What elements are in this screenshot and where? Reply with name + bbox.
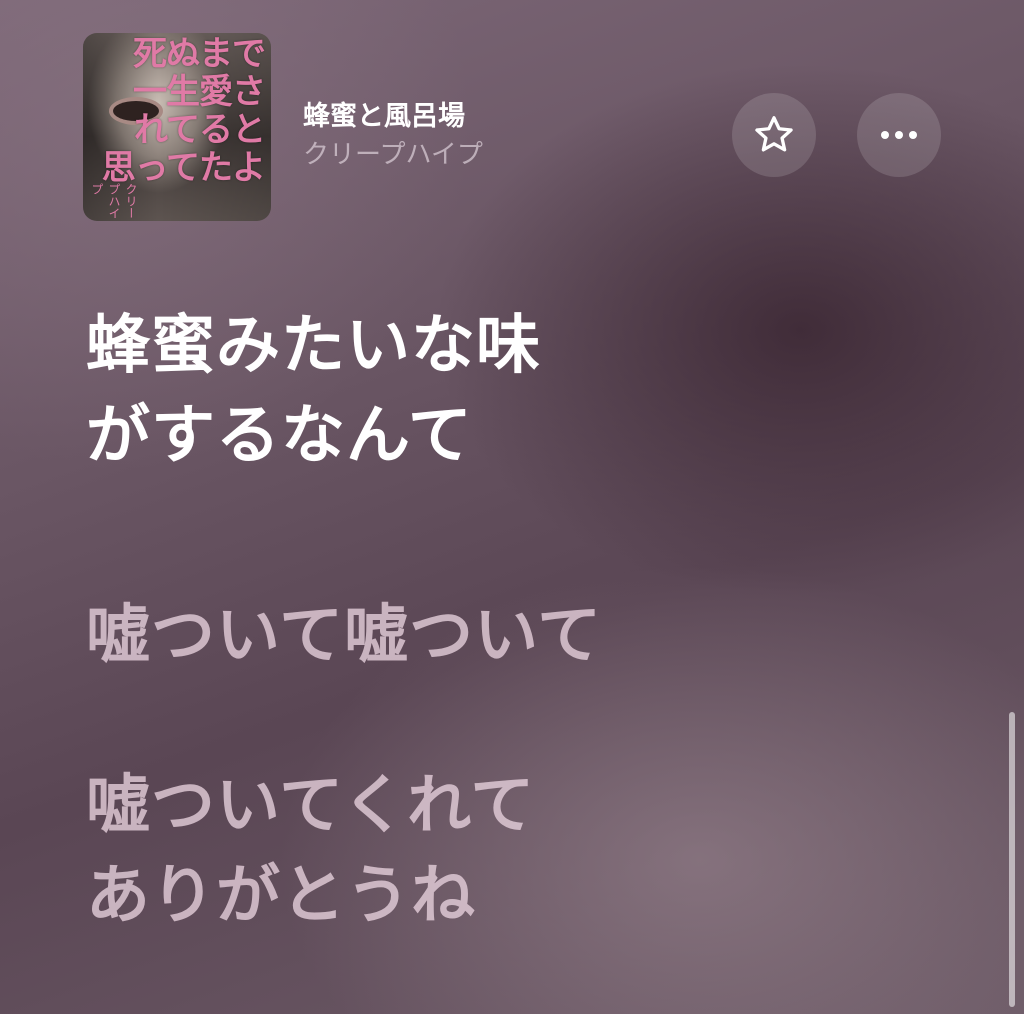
lyric-line-current[interactable]: がするなんて [86,390,473,482]
lyric-line[interactable]: 嘘ついて嘘ついて [86,590,602,682]
album-artwork[interactable]: 死ぬまで 一生愛さ れてると 思ってたよ クリープハイプ [83,33,271,221]
favorite-button[interactable] [732,93,816,177]
lyrics-scrollbar[interactable] [1009,712,1015,1007]
ellipsis-icon [881,131,917,139]
star-outline-icon [755,116,793,152]
artwork-cover-text: 死ぬまで 一生愛さ れてると 思ってたよ [101,34,266,188]
now-playing-header: 死ぬまで 一生愛さ れてると 思ってたよ クリープハイプ 蜂蜜と風呂場 クリープ… [0,0,1024,240]
track-title: 蜂蜜と風呂場 [303,101,465,132]
lyric-line[interactable]: 嘘ついてくれて [86,760,535,852]
track-info[interactable]: 蜂蜜と風呂場 クリープハイプ [303,98,483,174]
lyric-line-current[interactable]: 蜂蜜みたいな味 [86,300,541,392]
lyric-line[interactable]: ありがとうね [86,850,476,942]
more-options-button[interactable] [857,93,941,177]
artwork-side-text: クリープハイプ [90,183,138,219]
track-artist: クリープハイプ [303,140,483,170]
